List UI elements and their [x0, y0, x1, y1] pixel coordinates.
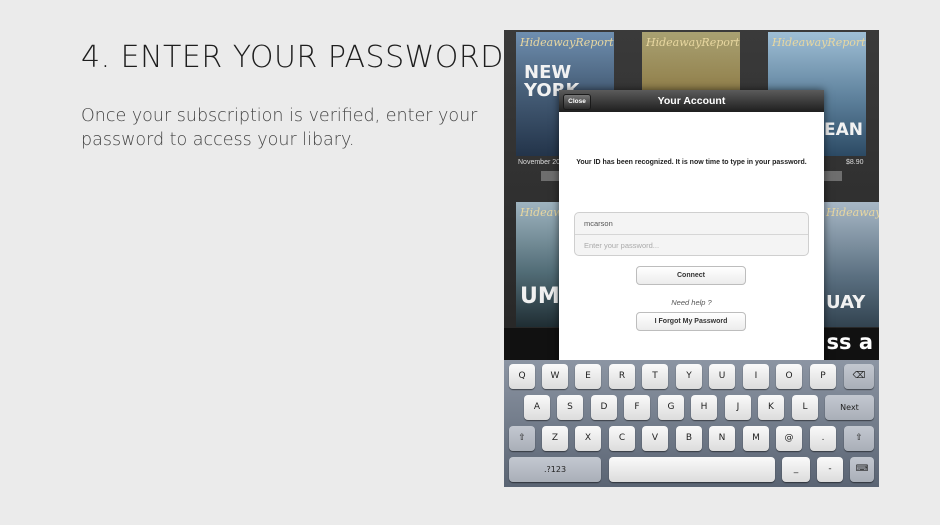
onscreen-keyboard: Q W E R T Y U I O P ⌫ A S D F G H J K L …	[504, 360, 879, 487]
key-period[interactable]: .	[810, 426, 836, 451]
key-u[interactable]: U	[709, 364, 735, 389]
key-n[interactable]: N	[709, 426, 735, 451]
shift-key-left[interactable]: ⇧	[509, 426, 535, 451]
key-x[interactable]: X	[575, 426, 601, 451]
key-g[interactable]: G	[658, 395, 684, 420]
key-h[interactable]: H	[691, 395, 717, 420]
shelf-button-placeholder	[824, 171, 842, 181]
slide-heading: 4. ENTER YOUR PASSWORD	[81, 40, 504, 75]
key-f[interactable]: F	[624, 395, 650, 420]
magazine-title: HideawayReport	[520, 36, 614, 49]
key-l[interactable]: L	[792, 395, 818, 420]
key-s[interactable]: S	[557, 395, 583, 420]
recognition-message: Your ID has been recognized. It is now t…	[576, 159, 807, 166]
issue-date: November 20	[518, 159, 561, 166]
backspace-key[interactable]: ⌫	[844, 364, 874, 389]
space-bar[interactable]	[609, 457, 775, 482]
shift-key-right[interactable]: ⇧	[844, 426, 874, 451]
key-b[interactable]: B	[676, 426, 702, 451]
key-e[interactable]: E	[575, 364, 601, 389]
key-j[interactable]: J	[725, 395, 751, 420]
key-m[interactable]: M	[743, 426, 769, 451]
key-k[interactable]: K	[758, 395, 784, 420]
cover-headline: UAY	[826, 292, 866, 313]
key-i[interactable]: I	[743, 364, 769, 389]
key-r[interactable]: R	[609, 364, 635, 389]
key-at[interactable]: @	[776, 426, 802, 451]
key-dash[interactable]: -	[817, 457, 843, 482]
key-t[interactable]: T	[642, 364, 668, 389]
key-a[interactable]: A	[524, 395, 550, 420]
connect-button[interactable]: Connect	[636, 266, 746, 285]
key-z[interactable]: Z	[542, 426, 568, 451]
key-q[interactable]: Q	[509, 364, 535, 389]
account-dialog: Close Your Account Your ID has been reco…	[559, 90, 824, 365]
login-fields: mcarson Enter your password...	[574, 212, 809, 256]
hide-keyboard-key[interactable]: ⌨	[850, 457, 874, 482]
slide-description: Once your subscription is verified, ente…	[81, 106, 478, 150]
key-o[interactable]: O	[776, 364, 802, 389]
key-underscore[interactable]: _	[782, 457, 810, 482]
next-key[interactable]: Next	[825, 395, 874, 420]
dialog-title: Your Account	[657, 95, 726, 107]
magazine-title: HideawayReport	[646, 36, 740, 49]
key-v[interactable]: V	[642, 426, 668, 451]
dialog-header: Close Your Account	[559, 90, 824, 112]
key-d[interactable]: D	[591, 395, 617, 420]
help-text: Need help ?	[671, 298, 712, 307]
promo-strip-text: ss a	[826, 330, 873, 354]
cover-headline: EAN	[824, 120, 863, 140]
password-field[interactable]: Enter your password...	[575, 235, 808, 255]
key-w[interactable]: W	[542, 364, 568, 389]
key-c[interactable]: C	[609, 426, 635, 451]
forgot-password-button[interactable]: I Forgot My Password	[636, 312, 746, 331]
ipad-screenshot: HideawayReport N EW Y O R K HideawayReport H…	[504, 30, 879, 487]
numbers-key[interactable]: .?123	[509, 457, 601, 482]
username-field[interactable]: mcarson	[575, 213, 808, 235]
magazine-title: HideawayReport	[826, 206, 879, 219]
magazine-title: HideawayReport	[772, 36, 866, 49]
issue-price: $8.90	[846, 159, 864, 166]
key-y[interactable]: Y	[676, 364, 702, 389]
magazine-cover[interactable]: HideawayReport UAY	[824, 202, 879, 327]
key-p[interactable]: P	[810, 364, 836, 389]
